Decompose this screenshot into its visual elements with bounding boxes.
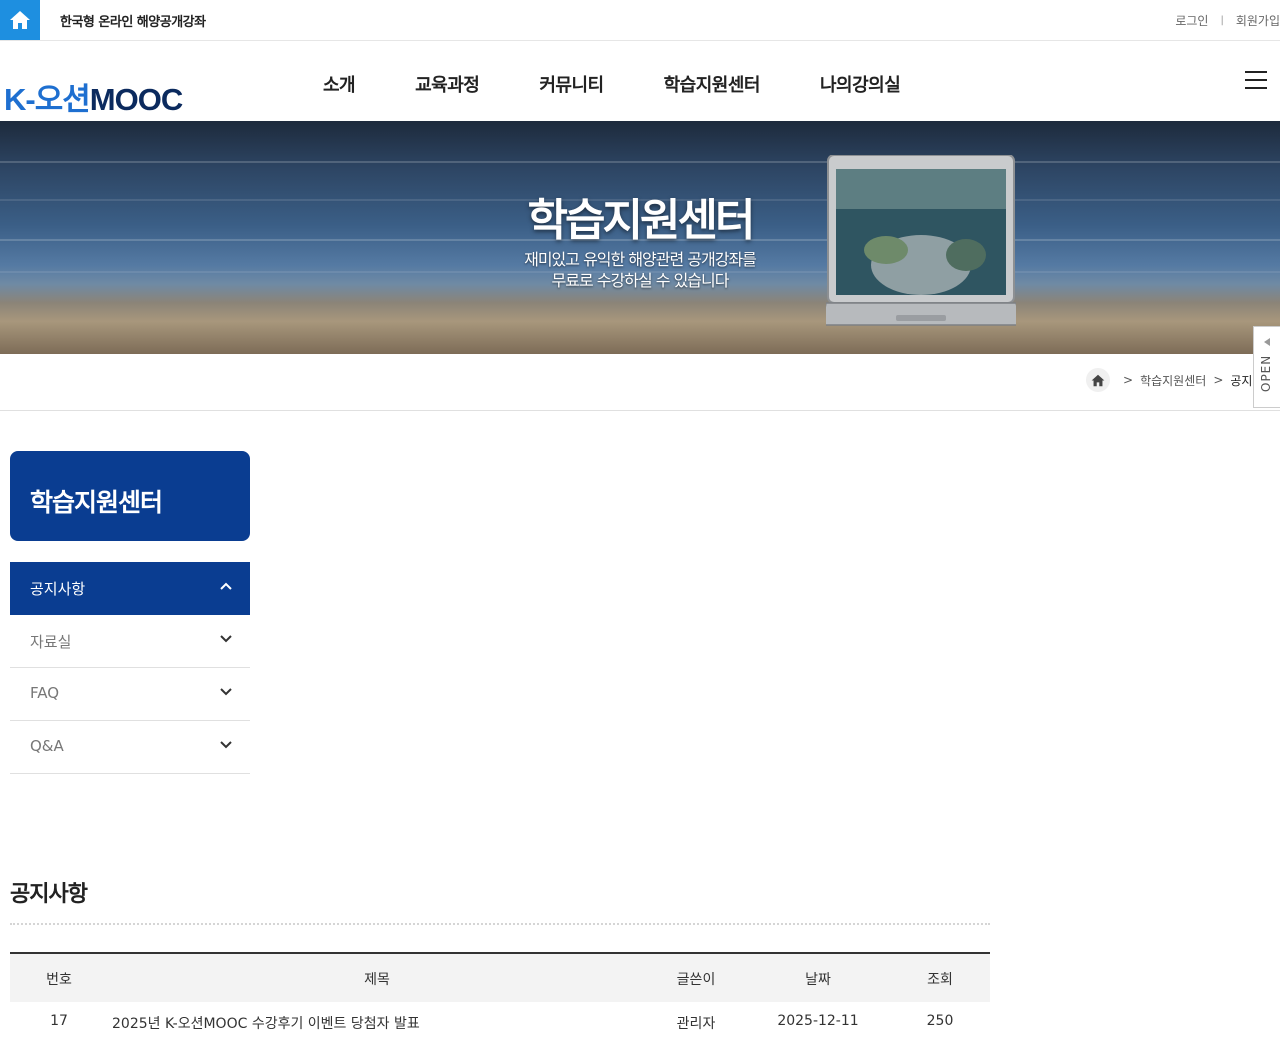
site-logo[interactable]: K-오션MOOC bbox=[4, 74, 183, 119]
sidebar-item-label: FAQ bbox=[30, 684, 60, 702]
nav-item-community[interactable]: 커뮤니티 bbox=[539, 71, 604, 97]
row-views: 250 bbox=[926, 1013, 954, 1029]
page-banner: 학습지원센터 재미있고 유익한 해양관련 공개강좌를 무료로 수강하실 수 있습… bbox=[0, 121, 1280, 354]
nav-item-my-classroom[interactable]: 나의강의실 bbox=[820, 71, 901, 97]
chevron-down-icon bbox=[220, 688, 232, 696]
row-date: 2025-12-11 bbox=[777, 1013, 859, 1029]
chevron-up-icon bbox=[220, 582, 232, 590]
logo-suffix: MOOC bbox=[89, 82, 183, 117]
page-title: 공지사항 bbox=[10, 882, 88, 907]
column-header-date: 날짜 bbox=[805, 972, 831, 988]
row-author: 관리자 bbox=[676, 1016, 716, 1032]
banner-subtitle-line1: 재미있고 유익한 해양관련 공개강좌를 bbox=[524, 250, 757, 269]
row-no: 17 bbox=[50, 1013, 68, 1029]
global-nav: 소개 교육과정 커뮤니티 학습지원센터 나의강의실 bbox=[323, 71, 960, 97]
sidebar-title-box: 학습지원센터 bbox=[10, 451, 250, 541]
sidebar-item-qna[interactable]: Q&A bbox=[10, 721, 250, 774]
column-header-author: 글쓴이 bbox=[676, 972, 716, 988]
open-side-panel-tab[interactable]: OPEN bbox=[1253, 326, 1280, 408]
home-icon bbox=[1091, 374, 1105, 386]
breadcrumb-separator: > bbox=[1213, 373, 1224, 387]
nav-item-support[interactable]: 학습지원센터 bbox=[664, 71, 761, 97]
top-utility-bar: 한국형 온라인 해양공개강좌 로그인 | 회원가입 bbox=[0, 0, 1280, 41]
banner-subtitle-line2: 무료로 수강하실 수 있습니다 bbox=[551, 271, 730, 290]
breadcrumb-bar: > 학습지원센터 > 공지사항 bbox=[0, 354, 1280, 411]
banner-subtitle: 재미있고 유익한 해양관련 공개강좌를 무료로 수강하실 수 있습니다 bbox=[0, 249, 1280, 291]
breadcrumb-item-support[interactable]: 학습지원센터 bbox=[1140, 372, 1206, 389]
utility-separator: | bbox=[1220, 15, 1224, 26]
laptop-illustration bbox=[826, 155, 1016, 326]
logo-prefix: K-오션 bbox=[4, 82, 91, 117]
chevron-down-icon bbox=[220, 635, 232, 643]
table-header: 번호 제목 글쓴이 날짜 조회 bbox=[10, 954, 990, 1002]
home-button[interactable] bbox=[0, 0, 40, 40]
column-header-title: 제목 bbox=[364, 972, 390, 988]
signup-link[interactable]: 회원가입 bbox=[1236, 12, 1280, 29]
sidebar-item-notice[interactable]: 공지사항 bbox=[10, 562, 250, 615]
column-header-views: 조회 bbox=[927, 972, 953, 988]
banner-title: 학습지원센터 bbox=[527, 195, 756, 246]
row-title-link[interactable]: 2025년 K-오션MOOC 수강후기 이벤트 당첨자 발표 bbox=[112, 1013, 420, 1033]
notice-table: 번호 제목 글쓴이 날짜 조회 17 2025년 K-오션MOOC 수강후기 이… bbox=[10, 952, 990, 1042]
breadcrumb-separator: > bbox=[1123, 373, 1134, 387]
login-link[interactable]: 로그인 bbox=[1175, 12, 1208, 29]
main-header: K-오션MOOC 소개 교육과정 커뮤니티 학습지원센터 나의강의실 bbox=[0, 41, 1280, 121]
nav-item-courses[interactable]: 교육과정 bbox=[415, 71, 480, 97]
title-divider bbox=[10, 923, 990, 925]
sidebar-item-archive[interactable]: 자료실 bbox=[10, 615, 250, 668]
open-tab-label: OPEN bbox=[1259, 354, 1273, 392]
breadcrumb: > 학습지원센터 > 공지사항 bbox=[1086, 368, 1275, 392]
sidebar-item-faq[interactable]: FAQ bbox=[10, 668, 250, 721]
breadcrumb-home-button[interactable] bbox=[1086, 368, 1110, 392]
sidebar-title: 학습지원센터 bbox=[30, 488, 163, 517]
nav-item-intro[interactable]: 소개 bbox=[323, 71, 356, 97]
chevron-left-icon bbox=[1264, 338, 1270, 346]
menu-icon[interactable] bbox=[1245, 71, 1267, 89]
utility-links: 로그인 | 회원가입 bbox=[1175, 12, 1280, 29]
home-icon bbox=[10, 11, 30, 29]
sidebar-item-label: 자료실 bbox=[30, 633, 72, 651]
sidebar-item-label: 공지사항 bbox=[30, 580, 86, 598]
site-name: 한국형 온라인 해양공개강좌 bbox=[60, 15, 206, 30]
table-row[interactable]: 17 2025년 K-오션MOOC 수강후기 이벤트 당첨자 발표 관리자 20… bbox=[10, 1002, 990, 1042]
chevron-down-icon bbox=[220, 741, 232, 749]
column-header-no: 번호 bbox=[46, 972, 72, 988]
sidebar-item-label: Q&A bbox=[30, 737, 64, 755]
